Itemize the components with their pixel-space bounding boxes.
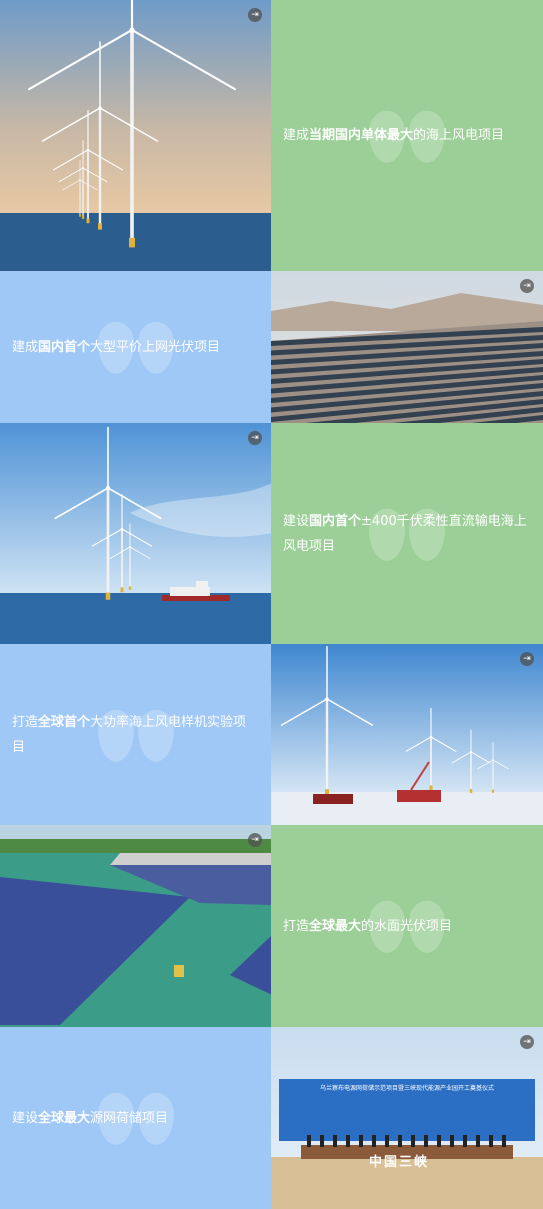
project-photo-groundbreaking-ceremony[interactable]: 乌兰察布电源网荷储示范项目暨三峡现代能源产业园开工奠基仪式中国三峡 ⇥ bbox=[271, 1027, 543, 1209]
expand-icon[interactable]: ⇥ bbox=[520, 279, 534, 293]
project-caption-panel: 建成国内首个大型平价上网光伏项目 bbox=[0, 271, 271, 423]
caption-highlight: 全球首个 bbox=[38, 714, 91, 730]
project-photo-offshore-wind-with-ship[interactable]: ⇥ bbox=[0, 423, 271, 644]
caption-highlight: 国内首个 bbox=[38, 339, 91, 355]
ceremony-banner-text: 乌兰察布电源网荷储示范项目暨三峡现代能源产业园开工奠基仪式 bbox=[319, 1085, 494, 1092]
project-caption-panel: 建成当期国内单体最大的海上风电项目 bbox=[271, 0, 543, 271]
caption-text: 建设 bbox=[283, 513, 310, 529]
project-caption: 建成当期国内单体最大的海上风电项目 bbox=[283, 123, 504, 148]
caption-text: 建设 bbox=[12, 1110, 39, 1126]
caption-text: 源网荷储项目 bbox=[90, 1110, 169, 1126]
caption-highlight: 全球最大 bbox=[38, 1110, 91, 1126]
photo-illustration bbox=[0, 423, 271, 644]
caption-text: 打造 bbox=[12, 714, 39, 730]
caption-text: 建成 bbox=[12, 339, 39, 355]
caption-text: 大型平价上网光伏项目 bbox=[90, 339, 221, 355]
project-caption: 建设国内首个±400千伏柔性直流输电海上风电项目 bbox=[283, 509, 531, 559]
project-photo-desert-solar-farm[interactable]: ⇥ bbox=[271, 271, 543, 423]
caption-highlight: 当期国内单体最大 bbox=[309, 128, 414, 143]
caption-text: 的海上风电项目 bbox=[413, 128, 505, 143]
expand-icon[interactable]: ⇥ bbox=[248, 431, 262, 445]
expand-icon[interactable]: ⇥ bbox=[520, 652, 534, 666]
expand-icon[interactable]: ⇥ bbox=[248, 8, 262, 22]
project-caption: 建设全球最大源网荷储项目 bbox=[12, 1106, 168, 1131]
caption-highlight: 国内首个 bbox=[309, 513, 362, 529]
project-grid: 建成当期国内单体最大的海上风电项目 ⇥ 建成国内首个大型平价上网光伏项目 ⇥ 建设国内首… bbox=[0, 0, 543, 1209]
project-caption-panel: 打造全球最大的水面光伏项目 bbox=[271, 825, 543, 1027]
photo-illustration bbox=[271, 271, 543, 423]
caption-text: 的水面光伏项目 bbox=[361, 918, 453, 934]
project-caption-panel: 建设全球最大源网荷储项目 bbox=[0, 1027, 271, 1209]
expand-icon[interactable]: ⇥ bbox=[248, 833, 262, 847]
photo-illustration bbox=[0, 0, 271, 271]
photo-illustration bbox=[0, 825, 271, 1027]
project-caption-panel: 建设国内首个±400千伏柔性直流输电海上风电项目 bbox=[271, 423, 543, 644]
expand-icon[interactable]: ⇥ bbox=[520, 1035, 534, 1049]
caption-text: 打造 bbox=[283, 918, 310, 934]
project-caption: 打造全球首个大功率海上风电样机实验项目 bbox=[12, 710, 259, 760]
caption-text: 建成 bbox=[283, 128, 310, 143]
project-photo-offshore-wind-turbines[interactable]: ⇥ bbox=[0, 0, 271, 271]
project-caption: 建成国内首个大型平价上网光伏项目 bbox=[12, 335, 220, 360]
project-photo-turbine-installation-vessels[interactable]: ⇥ bbox=[271, 644, 543, 825]
photo-illustration bbox=[271, 1027, 543, 1209]
project-caption-panel: 打造全球首个大功率海上风电样机实验项目 bbox=[0, 644, 271, 825]
project-caption: 打造全球最大的水面光伏项目 bbox=[283, 914, 452, 939]
project-photo-floating-solar-lake[interactable]: ⇥ bbox=[0, 825, 271, 1027]
caption-highlight: 全球最大 bbox=[309, 918, 362, 934]
photo-illustration bbox=[271, 644, 543, 825]
ceremony-logo-text: 中国三峡 bbox=[369, 1155, 430, 1170]
